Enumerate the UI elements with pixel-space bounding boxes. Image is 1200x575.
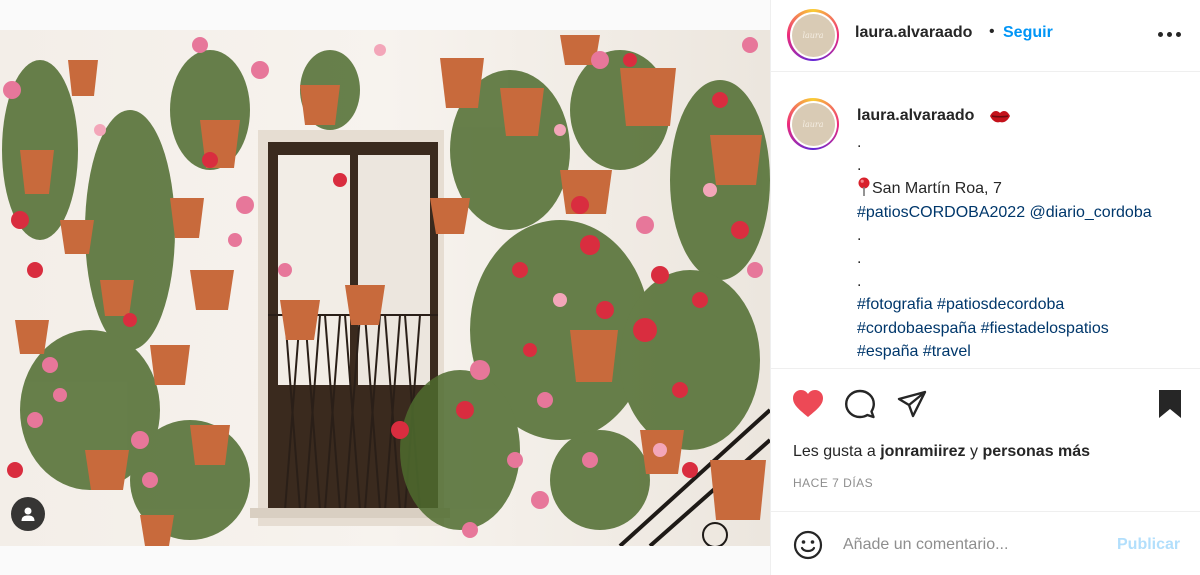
liked-by-user-link[interactable]: jonramiirez <box>880 443 965 460</box>
post-author-username[interactable]: laura.alvaraado <box>855 24 972 42</box>
post-image <box>0 30 770 546</box>
caption-line: . <box>857 134 862 151</box>
share-paper-plane-icon[interactable] <box>895 388 929 420</box>
caption-line[interactable]: #españa #travel <box>857 340 1197 363</box>
avatar-image: laura <box>791 102 835 146</box>
caption-text: . . San Martín Roa, 7 #patiosCORDOBA2022… <box>857 131 1197 363</box>
follow-button[interactable]: Seguir <box>1003 24 1053 42</box>
hashtag-link[interactable]: #cordobaespaña #fiestadelospatios <box>857 320 1109 337</box>
hashtag-link[interactable]: #españa #travel <box>857 343 971 360</box>
likes-summary: Les gusta a jonramiirez y personas más <box>793 443 1091 460</box>
round-pushpin-emoji <box>858 177 870 197</box>
action-bar <box>771 388 1200 422</box>
caption-line[interactable]: #cordobaespaña #fiestadelospatios <box>857 317 1197 340</box>
post-timestamp[interactable]: HACE 7 DÍAS <box>793 476 873 490</box>
post-photo[interactable] <box>0 0 770 575</box>
heart-filled-icon[interactable] <box>791 388 825 420</box>
separator-dot: • <box>989 23 995 40</box>
comment-input[interactable] <box>843 532 1103 558</box>
caption-section: laura laura.alvaraado . . San Martín Roa… <box>771 73 1200 369</box>
caption-line: . <box>857 226 862 244</box>
post-header: laura laura.alvaraado • Seguir <box>771 0 1200 72</box>
hashtag-link[interactable]: #patiosCORDOBA2022 @diario_cordoba <box>857 204 1152 221</box>
emoji-smile-icon[interactable] <box>793 530 823 560</box>
red-lips-emoji <box>990 111 1010 123</box>
comment-icon[interactable] <box>843 388 877 420</box>
caption-line: . <box>857 273 862 291</box>
other-likes-link[interactable]: personas más <box>982 443 1090 460</box>
caption-avatar[interactable]: laura <box>787 98 839 150</box>
caption-line: San Martín Roa, 7 <box>857 177 1197 200</box>
more-options-icon[interactable] <box>1155 22 1183 46</box>
caption-line: . <box>857 157 862 175</box>
person-tag-icon <box>21 507 35 521</box>
publish-comment-button[interactable]: Publicar <box>1117 536 1180 554</box>
caption-username[interactable]: laura.alvaraado <box>857 107 974 125</box>
caption-line[interactable]: #patiosCORDOBA2022 @diario_cordoba <box>857 201 1197 224</box>
avatar-image: laura <box>791 13 835 57</box>
tagged-users-button[interactable] <box>11 497 45 531</box>
post-side-panel: laura laura.alvaraado • Seguir laura lau… <box>770 0 1200 575</box>
bookmark-filled-icon[interactable] <box>1153 388 1187 420</box>
caption-line: . <box>857 249 862 267</box>
avatar[interactable]: laura <box>787 9 839 61</box>
comment-bar: Publicar <box>771 511 1200 575</box>
caption-line[interactable]: #fotografia #patiosdecordoba <box>857 293 1197 316</box>
hashtag-link[interactable]: #fotografia #patiosdecordoba <box>857 296 1064 313</box>
